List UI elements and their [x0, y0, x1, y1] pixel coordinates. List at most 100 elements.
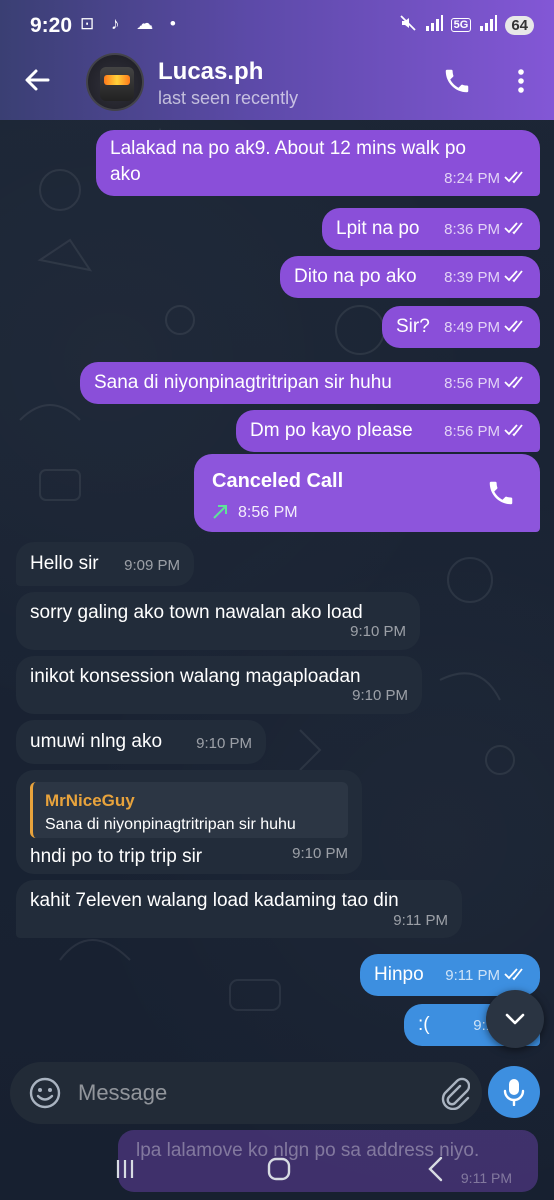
message-composer [10, 1062, 482, 1124]
message-meta: 9:11 PM [445, 963, 528, 989]
message-time: 8:49 PM [444, 319, 500, 336]
double-check-icon [504, 320, 523, 333]
message-time: 9:10 PM [196, 735, 252, 752]
double-check-icon [504, 376, 523, 389]
outgoing-arrow-icon [213, 505, 227, 519]
recent-apps-button[interactable] [114, 1158, 136, 1180]
incoming-message[interactable]: Hello sir 9:09 PM [16, 542, 194, 586]
message-time: 9:10 PM [292, 845, 348, 862]
phone-icon [489, 481, 513, 505]
back-button[interactable] [22, 64, 54, 96]
message-time: 9:11 PM [393, 912, 448, 929]
status-bar: 9:20 ⊡ ♪ ☁ • 5G 64 [0, 0, 554, 52]
double-check-icon [504, 171, 523, 184]
outgoing-message[interactable]: Sana di niyonpinagtritripan sir huhu 8:5… [80, 362, 540, 404]
battery-indicator: 64 [505, 15, 534, 35]
home-icon [267, 1157, 291, 1181]
incoming-message[interactable]: inikot konsession walang magaploadan 9:1… [16, 656, 422, 714]
message-meta: 8:24 PM [444, 166, 528, 192]
message-text: Hinpo [374, 964, 424, 985]
call-status-title: Canceled Call [212, 470, 344, 492]
reply-quoted-text: Sana di niyonpinagtritripan sir huhu [45, 816, 296, 833]
chat-header: 9:20 ⊡ ♪ ☁ • 5G 64 Lucas.ph last seen re… [0, 0, 554, 120]
voice-record-button[interactable] [488, 1066, 540, 1118]
scroll-to-bottom-button[interactable] [486, 990, 544, 1048]
reply-quote[interactable]: MrNiceGuy Sana di niyonpinagtritripan si… [30, 782, 348, 838]
message-text: inikot konsession walang magaploadan [30, 666, 361, 687]
more-options-button[interactable] [508, 66, 534, 96]
status-time: 9:20 [30, 14, 73, 37]
emoji-button[interactable] [28, 1076, 62, 1110]
message-time: 8:56 PM [444, 375, 500, 392]
message-text: :( [418, 1014, 430, 1035]
message-meta: 8:56 PM [444, 371, 528, 397]
outgoing-message[interactable]: Dm po kayo please 8:56 PM [236, 410, 540, 452]
avatar-image [100, 67, 134, 101]
message-time: 8:39 PM [444, 269, 500, 286]
phone-icon [445, 69, 469, 93]
message-meta: 8:49 PM [444, 315, 528, 341]
contact-avatar[interactable] [86, 53, 144, 111]
message-meta: 8:36 PM [444, 217, 528, 243]
incoming-message[interactable]: umuwi nlng ako 9:10 PM [16, 720, 266, 764]
recents-icon [116, 1160, 134, 1178]
message-time: 9:09 PM [124, 557, 180, 574]
double-check-icon [504, 270, 523, 283]
message-time: 9:10 PM [352, 687, 408, 704]
signal-icon [425, 15, 443, 35]
message-time: 8:56 PM [444, 423, 500, 440]
chevron-left-icon [428, 1156, 443, 1182]
home-button[interactable] [266, 1156, 292, 1182]
message-text: Hello sir [30, 553, 99, 574]
message-meta: 8:56 PM [444, 419, 528, 445]
double-check-icon [504, 222, 523, 235]
network-type-label: 5G [450, 18, 472, 32]
reply-author: MrNiceGuy [45, 791, 135, 810]
message-meta: 8:39 PM [444, 265, 528, 291]
paperclip-icon [441, 1077, 471, 1111]
message-text: ako [110, 164, 141, 185]
system-nav-bar [0, 1140, 554, 1200]
message-input[interactable] [78, 1076, 418, 1110]
outgoing-message[interactable]: Sir? 8:49 PM [382, 306, 540, 348]
incoming-message[interactable]: sorry galing ako town nawalan ako load 9… [16, 592, 420, 650]
message-text: Sir? [396, 316, 430, 337]
attach-button[interactable] [438, 1076, 471, 1111]
mute-icon [399, 14, 417, 36]
message-time: 8:36 PM [444, 221, 500, 238]
message-time: 9:10 PM [350, 623, 406, 640]
message-text: kahit 7eleven walang load kadaming tao d… [30, 890, 399, 911]
nav-back-button[interactable] [426, 1156, 444, 1182]
contact-name[interactable]: Lucas.ph [158, 58, 263, 86]
incoming-message[interactable]: kahit 7eleven walang load kadaming tao d… [16, 880, 462, 938]
double-check-icon [504, 968, 523, 981]
signal-icon-2 [479, 15, 498, 35]
smiley-icon [29, 1077, 61, 1109]
message-time: 9:11 PM [445, 967, 500, 984]
arrow-left-icon [25, 69, 50, 91]
voice-call-button[interactable] [442, 66, 472, 96]
message-text: Lalakad na po ak9. About 12 mins walk po [110, 138, 466, 159]
message-text: hndi po to trip trip sir [30, 846, 203, 867]
call-time: 8:56 PM [238, 504, 298, 521]
message-text: Dm po kayo please [250, 420, 413, 441]
chevron-down-icon [505, 1013, 525, 1025]
message-text: umuwi nlng ako [30, 731, 163, 752]
outgoing-message[interactable]: Dito na po ako 8:39 PM [280, 256, 540, 298]
message-text: Dito na po ako [294, 266, 417, 287]
message-text: sorry galing ako town nawalan ako load [30, 602, 363, 623]
contact-last-seen: last seen recently [158, 88, 299, 108]
double-check-icon [504, 424, 523, 437]
notification-icons: ⊡ ♪ ☁ • [80, 14, 182, 33]
canceled-call-message[interactable]: Canceled Call 8:56 PM [194, 454, 540, 532]
microphone-icon [503, 1079, 525, 1106]
call-back-button[interactable] [486, 478, 516, 508]
message-text: Lpit na po [336, 218, 420, 239]
incoming-reply-message[interactable]: MrNiceGuy Sana di niyonpinagtritripan si… [16, 770, 362, 874]
outgoing-message[interactable]: Lalakad na po ak9. About 12 mins walk po… [96, 130, 540, 196]
message-text: Sana di niyonpinagtritripan sir huhu [94, 372, 392, 393]
outgoing-message[interactable]: Lpit na po 8:36 PM [322, 208, 540, 250]
more-vertical-icon [518, 69, 524, 93]
message-time: 8:24 PM [444, 170, 500, 187]
status-right-group: 5G 64 [399, 14, 534, 36]
